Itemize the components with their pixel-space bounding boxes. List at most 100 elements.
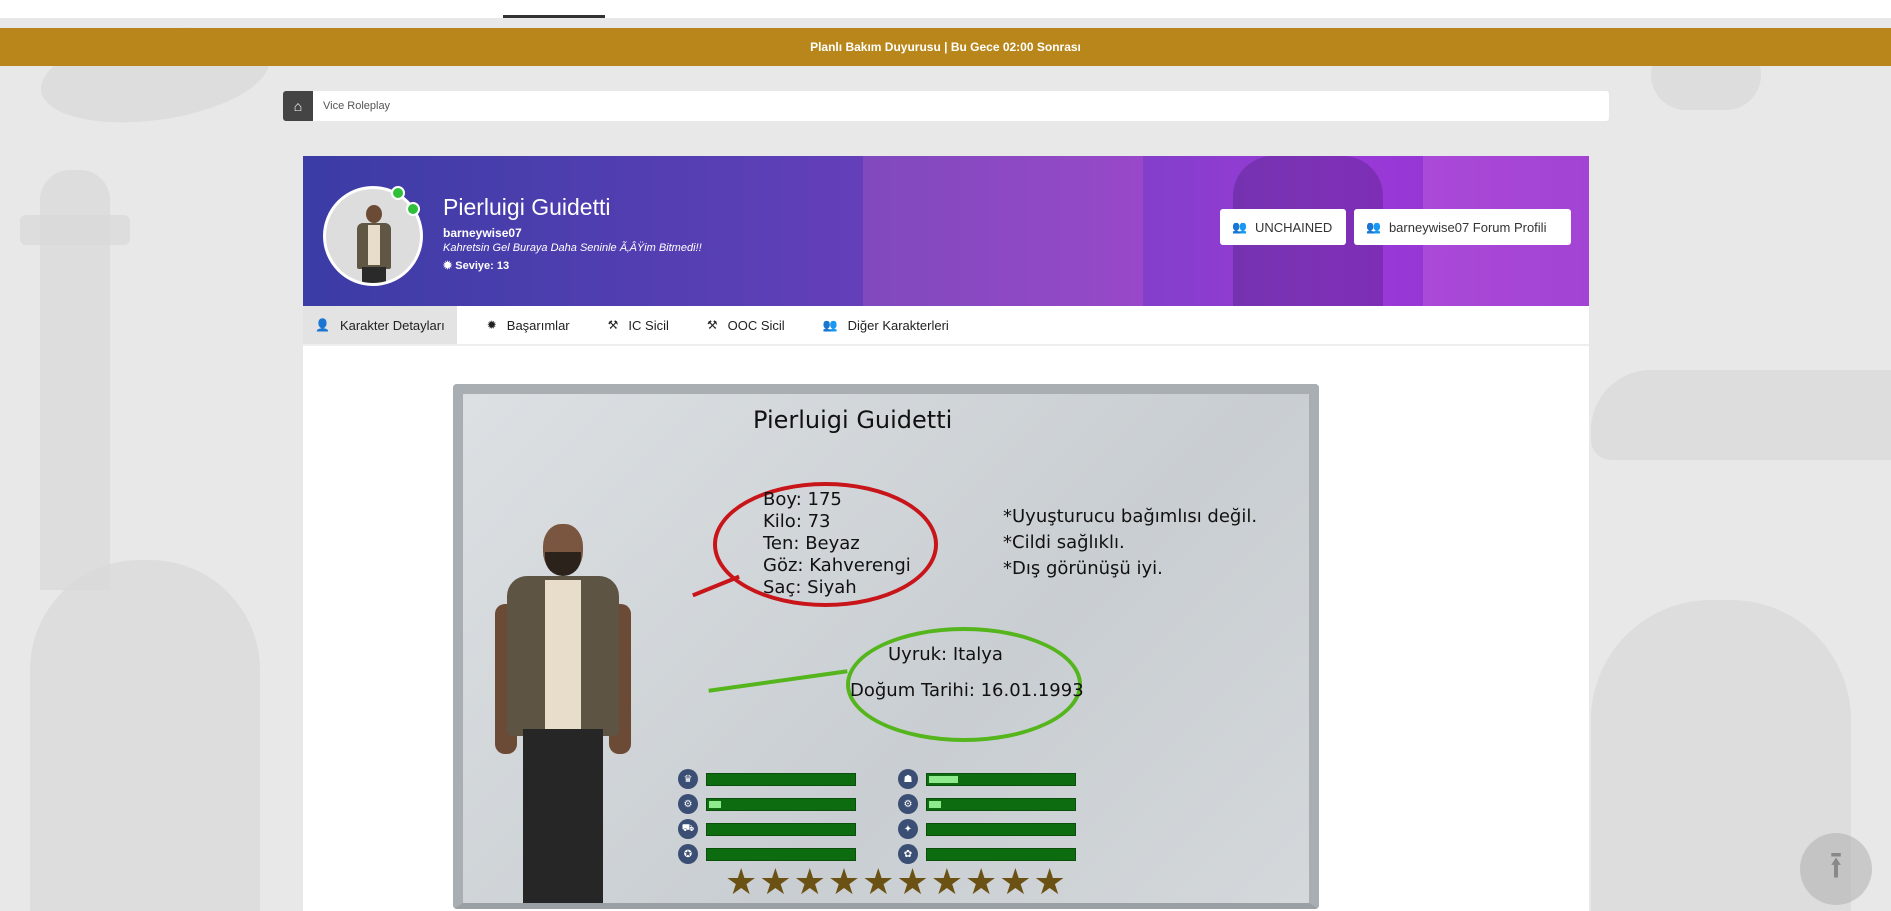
skill-icon-4: ✪ (678, 844, 698, 864)
top-navigation (0, 0, 1891, 18)
profile-card: Pierluigi Guidetti barneywise07 Kahretsi… (303, 156, 1589, 911)
star-icon: ★ (725, 861, 758, 902)
background-lighthouse-top (20, 215, 130, 245)
star-icon: ★ (862, 861, 895, 902)
skill-bar-track (706, 797, 856, 811)
avatar-figure (362, 267, 386, 283)
home-icon[interactable]: ⌂ (283, 91, 313, 121)
tab-ooc-record[interactable]: ⚒ OOC Sicil (695, 306, 797, 344)
avatar-figure (368, 225, 380, 265)
stat-height: Boy: 175 (763, 489, 842, 510)
gavel-icon: ⚒ (706, 318, 718, 332)
badge-icon: ✹ (486, 318, 497, 332)
tab-label: IC Sicil (628, 317, 669, 333)
background-character-left (30, 560, 260, 911)
note-item: *Cildi sağlıklı. (1003, 532, 1125, 553)
skill-bar-fill (929, 775, 958, 783)
avatar[interactable] (323, 186, 423, 286)
profile-quote: Kahretsin Gel Buraya Daha Seninle Ã‚ÂŸim… (443, 242, 702, 254)
character-figure (545, 552, 581, 576)
star-icon: ★ (793, 861, 826, 902)
rating-stars: ★ ★ ★ ★ ★ ★ ★ ★ ★ ★ (725, 864, 1068, 900)
health-notes: *Uyuşturucu bağımlısı değil. *Cildi sağl… (1003, 504, 1257, 582)
whiteboard-title: Pierluigi Guidetti (753, 406, 953, 434)
character-name: Pierluigi Guidetti (443, 194, 611, 220)
star-icon: ★ (964, 861, 998, 902)
skill-icon-2: ⚙ (678, 794, 698, 814)
tab-other-characters[interactable]: 👥 Diğer Karakterleri (811, 306, 961, 344)
skill-icon-6: ⚙ (898, 794, 918, 814)
online-status-dot (406, 202, 420, 216)
skill-icon-3: ⛟ (678, 819, 698, 839)
stat-skin: Ten: Beyaz (763, 533, 860, 554)
users-icon: 👥 (822, 318, 838, 332)
forum-button-label: barneywise07 Forum Profili (1388, 219, 1547, 235)
notice-text: Planlı Bakım Duyurusu | Bu Gece 02:00 So… (810, 40, 1081, 54)
note-item: *Uyuşturucu bağımlısı değil. (1003, 506, 1258, 527)
skill-bar-row: ⚙ (678, 794, 856, 814)
tab-label: OOC Sicil (727, 317, 785, 333)
skill-bar-row: ♛ (678, 769, 856, 789)
character-whiteboard: Pierluigi Guidetti Boy: 175 Kilo: 73 Ten… (453, 384, 1319, 909)
skill-bar-track (926, 797, 1076, 811)
character-model (493, 514, 633, 903)
skill-bar-track (926, 822, 1076, 836)
character-figure (523, 729, 603, 903)
gang-button[interactable]: 👥 UNCHAINED (1220, 209, 1346, 245)
arrow-up-icon: ⭱ (1829, 844, 1843, 887)
forum-profile-button[interactable]: 👥 barneywise07 Forum Profili (1354, 209, 1571, 245)
physical-stats: Boy: 175 Kilo: 73 Ten: Beyaz Göz: Kahver… (763, 489, 911, 599)
tab-achievements[interactable]: ✹ Başarımlar (475, 306, 582, 344)
stat-eyes: Göz: Kahverengi (763, 555, 911, 576)
skill-bar-fill (709, 800, 721, 808)
profile-banner: Pierluigi Guidetti barneywise07 Kahretsi… (303, 156, 1589, 306)
skill-bar-track (706, 847, 856, 861)
breadcrumb: ⌂ Vice Roleplay (283, 91, 1609, 121)
users-icon: 👥 (1366, 220, 1381, 234)
skill-bar-track (706, 822, 856, 836)
level-text: Seviye: 13 (455, 260, 510, 272)
maintenance-notice: Planlı Bakım Duyurusu | Bu Gece 02:00 So… (0, 28, 1891, 66)
breadcrumb-item[interactable]: Vice Roleplay (323, 100, 390, 112)
stat-weight: Kilo: 73 (763, 511, 831, 532)
tab-character-details[interactable]: 👤 Karakter Detayları (303, 306, 457, 344)
skill-icon-5: ☗ (898, 769, 918, 789)
background-yacht (1591, 370, 1891, 460)
star-icon: ★ (759, 861, 792, 902)
badge-icon: ✹ (443, 260, 456, 272)
users-icon: 👥 (1232, 220, 1247, 234)
birthdate: Doğum Tarihi: 16.01.1993 (850, 680, 1084, 701)
skill-bar-row: ✦ (898, 819, 1076, 839)
tab-ic-record[interactable]: ⚒ IC Sicil (596, 306, 681, 344)
avatar-figure (366, 205, 382, 223)
active-nav-indicator (503, 15, 605, 18)
skill-bar-row: ☗ (898, 769, 1076, 789)
user-icon: 👤 (315, 318, 330, 332)
skill-icon-1: ♛ (678, 769, 698, 789)
skill-bar-track (926, 847, 1076, 861)
gang-button-label: UNCHAINED (1254, 219, 1333, 235)
stat-hair: Saç: Siyah (763, 577, 857, 598)
skill-icon-7: ✦ (898, 819, 918, 839)
character-figure (545, 580, 581, 730)
tab-label: Başarımlar (506, 317, 570, 333)
skill-bar-row: ⚙ (898, 794, 1076, 814)
level-badge: ✹ Seviye: 13 (443, 259, 509, 272)
banner-decoration (863, 156, 1143, 306)
username: barneywise07 (443, 226, 522, 240)
skill-bar-fill (929, 800, 941, 808)
skill-bar-track (706, 772, 856, 786)
nationality: Uyruk: Italya (888, 644, 1003, 665)
online-status-dot (391, 186, 405, 200)
gavel-icon: ⚒ (607, 318, 619, 332)
tab-label: Diğer Karakterleri (847, 317, 949, 333)
star-icon: ★ (999, 861, 1032, 902)
star-icon: ★ (1033, 861, 1066, 902)
skill-bar-row: ⛟ (678, 819, 856, 839)
star-icon: ★ (930, 861, 963, 902)
scroll-to-top-button[interactable]: ⭱ (1800, 833, 1872, 905)
star-icon: ★ (827, 861, 861, 902)
note-item: *Dış görünüşü iyi. (1003, 558, 1163, 579)
profile-tabs: 👤 Karakter Detayları ✹ Başarımlar ⚒ IC S… (303, 306, 1589, 346)
tab-label: Karakter Detayları (339, 317, 445, 333)
